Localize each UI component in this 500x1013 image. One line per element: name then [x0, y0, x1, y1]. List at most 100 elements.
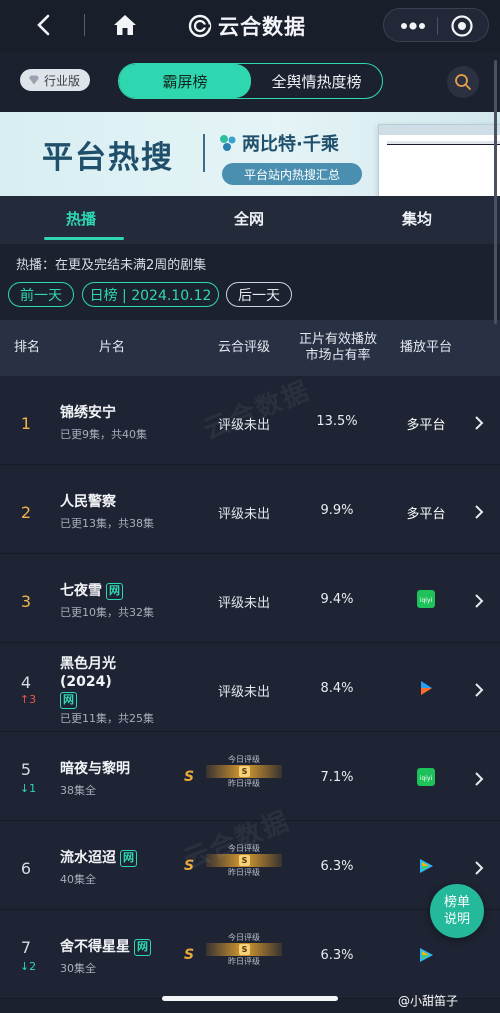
- col-rank: 排名: [13, 340, 40, 355]
- rating-gauge: 今日评级 S 昨日评级: [206, 754, 282, 789]
- show-title-text: 黑色月光: [60, 656, 116, 672]
- more-dots-icon: [401, 22, 425, 30]
- table-header: 排名 片名 云合评级 正片有效播放 市场占有率 播放平台: [0, 320, 500, 376]
- table-row[interactable]: 7 ↓2 舍不得星星网 30集全 S 今日评级 S 昨日评级 6.3%: [0, 910, 500, 999]
- platform-cell: iqiyi: [394, 590, 458, 608]
- episode-status: 已更10集，共32集: [60, 606, 154, 619]
- rank-number: 2: [20, 503, 32, 522]
- capsule-divider: [437, 17, 438, 35]
- brand-leaf-icon: [220, 135, 236, 151]
- episode-status: 38集全: [60, 784, 96, 797]
- home-indicator[interactable]: [162, 996, 338, 1001]
- tab-all-network[interactable]: 全网: [234, 208, 264, 229]
- rank-change: 1: [29, 782, 37, 795]
- episode-status: 已更13集，共38集: [60, 517, 154, 530]
- banner-screenshot-image: [378, 124, 500, 196]
- chevron-right-icon: [475, 416, 484, 430]
- show-title: 人民警察: [60, 494, 116, 510]
- grade-s-icon: S: [184, 858, 195, 874]
- episode-status: 30集全: [60, 962, 96, 975]
- date-picker[interactable]: 日榜 | 2024.10.12: [82, 282, 219, 307]
- back-button[interactable]: [28, 10, 58, 40]
- industry-badge-label: 行业版: [44, 73, 81, 88]
- platform-cell: [394, 946, 458, 964]
- svg-text:iqiyi: iqiyi: [420, 597, 433, 604]
- show-title: 锦绣安宁: [60, 405, 116, 421]
- col-platform: 播放平台: [399, 340, 452, 355]
- rating-text: 评级未出: [217, 418, 270, 433]
- net-drama-tag: 网: [60, 692, 77, 709]
- table-row[interactable]: 2 人民警察 已更13集，共38集 评级未出 9.9% 多平台: [0, 465, 500, 554]
- platform-cell: [394, 679, 458, 697]
- divider: [84, 14, 85, 36]
- market-share: 9.9%: [320, 503, 354, 518]
- search-icon: [455, 74, 471, 90]
- ranking-explanation-line1: 榜单: [443, 895, 470, 910]
- rating-text: 评级未出: [217, 596, 270, 611]
- episode-status: 已更11集，共25集: [60, 712, 154, 725]
- yesterday-rating-label: 昨日评级: [228, 868, 260, 877]
- rating-gauge: 今日评级 S 昨日评级: [206, 932, 282, 967]
- rating-marker: S: [239, 944, 250, 955]
- table-row[interactable]: 3 七夜雪网 已更10集，共32集 评级未出 9.4% iqiyi: [0, 554, 500, 643]
- rank-number: 7: [20, 938, 32, 957]
- market-share: 13.5%: [316, 414, 358, 429]
- home-button[interactable]: [110, 10, 140, 40]
- ranking-explanation-button[interactable]: 榜单 说明: [430, 884, 484, 938]
- today-rating-label: 今日评级: [228, 933, 260, 942]
- industry-badge[interactable]: 行业版: [20, 69, 91, 91]
- today-rating-label: 今日评级: [228, 755, 260, 764]
- rank-up-indicator: ↑3: [19, 693, 37, 706]
- category-tabs: 热播 全网 集均: [0, 196, 500, 244]
- mini-program-capsule: [383, 8, 489, 42]
- promo-banner[interactable]: 平台热搜 两比特·千乘 平台站内热搜汇总: [0, 112, 500, 196]
- rank-number: 4: [20, 673, 32, 692]
- close-mini-program-button[interactable]: [450, 14, 474, 38]
- active-tab-indicator: [44, 237, 124, 240]
- next-day-button[interactable]: 后一天: [226, 282, 292, 307]
- prev-day-button[interactable]: 前一天: [8, 282, 74, 307]
- youku-icon: [421, 681, 432, 695]
- show-title: 舍不得星星网: [60, 938, 151, 956]
- segment-yuqing[interactable]: 全舆情热度榜: [251, 64, 382, 98]
- market-share: 6.3%: [320, 948, 354, 963]
- tab-hot[interactable]: 热播: [66, 208, 96, 229]
- market-share: 6.3%: [320, 859, 354, 874]
- col-share-line2: 市场占有率: [305, 348, 371, 363]
- show-title: 暗夜与黎明: [60, 761, 130, 777]
- show-title-year: (2024): [60, 674, 112, 690]
- table-row[interactable]: 1 锦绣安宁 已更9集，共40集 评级未出 13.5% 多平台: [0, 376, 500, 465]
- yesterday-rating-label: 昨日评级: [228, 779, 260, 788]
- tencent-video-icon: [420, 948, 433, 962]
- search-button[interactable]: [447, 66, 479, 98]
- top-bar: 云合数据: [0, 0, 500, 52]
- grade-s-icon: S: [184, 947, 195, 963]
- segment-baping[interactable]: 霸屏榜: [119, 64, 251, 98]
- show-title: 流水迢迢网: [60, 849, 137, 867]
- platform-cell: iqiyi: [394, 768, 458, 786]
- tab-per-episode[interactable]: 集均: [402, 208, 432, 229]
- rating-marker: S: [239, 855, 250, 866]
- iqiyi-icon: iqiyi: [417, 768, 435, 786]
- rating-gauge: 今日评级 S 昨日评级: [206, 843, 282, 878]
- rank-number: 5: [20, 760, 32, 779]
- chevron-right-icon: [475, 772, 484, 786]
- market-share: 9.4%: [320, 592, 354, 607]
- banner-headline: 平台热搜: [42, 140, 174, 176]
- scrollbar[interactable]: [494, 60, 497, 324]
- market-share: 8.4%: [320, 681, 354, 696]
- col-rating: 云合评级: [217, 340, 270, 355]
- app-brand: 云合数据: [188, 12, 306, 40]
- net-drama-tag: 网: [106, 583, 123, 600]
- platform-label: 多平台: [406, 507, 446, 522]
- table-row[interactable]: 4 ↑3 黑色月光 (2024) 网 已更11集，共25集 评级未出 8.4%: [0, 643, 500, 732]
- more-button[interactable]: [398, 18, 428, 34]
- table-row[interactable]: 6 流水迢迢网 40集全 S 今日评级 S 昨日评级 6.3%: [0, 821, 500, 910]
- svg-text:iqiyi: iqiyi: [420, 775, 433, 782]
- table-row[interactable]: 5 ↓1 暗夜与黎明 38集全 S 今日评级 S 昨日评级 7.1% iqiyi: [0, 732, 500, 821]
- rank-number: 6: [20, 859, 32, 878]
- today-rating-label: 今日评级: [228, 844, 260, 853]
- platform-cell: [394, 857, 458, 875]
- show-title-text: 舍不得星星: [60, 939, 130, 955]
- app-title: 云合数据: [218, 15, 306, 39]
